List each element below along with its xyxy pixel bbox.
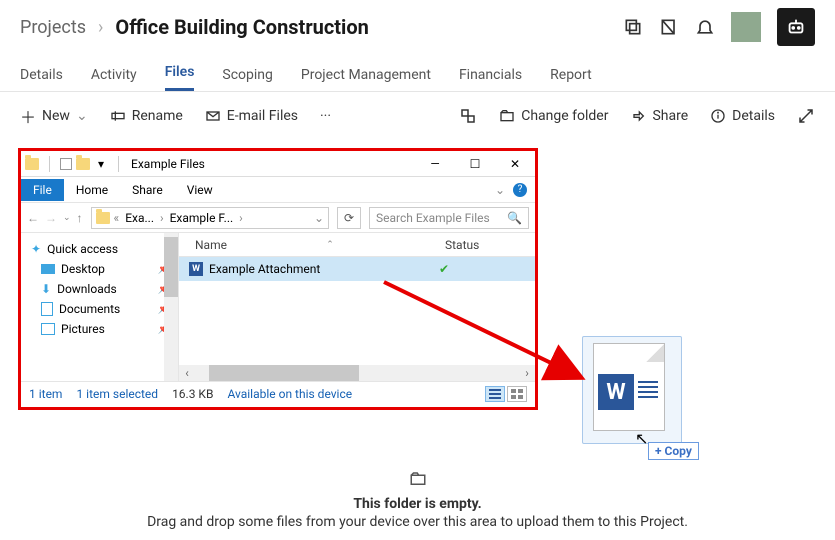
copy-icon[interactable] [623,17,643,37]
column-name[interactable]: Name⌃ [189,238,439,252]
book-icon[interactable] [659,17,679,37]
file-explorer-window: ▾ Example Files — ☐ ✕ File Home Share Vi… [18,148,538,410]
sidebar-quick-access[interactable]: ✦Quick access [21,239,178,259]
rename-label: Rename [132,108,183,124]
cursor-icon: ↖ [635,429,648,448]
page-title: Office Building Construction [115,15,368,39]
expand-icon[interactable] [797,107,815,125]
search-placeholder: Search Example Files [376,211,490,225]
email-files-button[interactable]: E-mail Files [205,108,298,124]
sidebar-documents[interactable]: Documents📌 [21,299,178,319]
desktop-label: Desktop [61,262,105,276]
change-folder-button[interactable]: Change folder [499,108,608,124]
status-icon: ✔ [439,262,449,276]
help-icon[interactable]: ? [513,183,527,197]
folder-icon [96,212,110,224]
minimize-button[interactable]: — [415,151,455,177]
new-label: New [42,108,70,124]
chevron-down-icon: ⌄ [76,108,88,124]
search-icon: 🔍 [507,211,522,225]
checkbox-icon[interactable] [60,158,72,170]
explorer-sidebar: ✦Quick access Desktop📌 ⬇Downloads📌 Docum… [21,233,179,381]
search-input[interactable]: Search Example Files 🔍 [369,207,529,229]
icons-view-button[interactable] [507,386,527,402]
up-button[interactable]: ↑ [77,211,83,225]
change-folder-label: Change folder [521,108,608,124]
folder-icon [25,158,39,170]
drop-hint: Drag and drop some files from your devic… [20,514,815,530]
bell-icon[interactable] [695,17,715,37]
breadcrumb: Projects › Office Building Construction [20,15,369,39]
office-icon[interactable] [459,107,477,125]
tab-scoping[interactable]: Scoping [222,59,272,91]
project-tabs: Details Activity Files Scoping Project M… [0,54,835,92]
path-seg[interactable]: Example F... [168,211,236,225]
ribbon-tab-share[interactable]: Share [120,179,175,201]
new-button[interactable]: ＋New ⌄ [20,104,88,128]
address-bar[interactable]: « Exa... › Example F... › ⌄ [91,207,329,229]
ribbon-tab-file[interactable]: File [21,179,64,201]
word-icon: W [189,262,203,276]
share-button[interactable]: Share [630,108,688,124]
status-size: 16.3 KB [172,387,213,401]
share-label: Share [652,108,688,124]
tab-financials[interactable]: Financials [459,59,522,91]
tab-report[interactable]: Report [550,59,592,91]
path-seg[interactable]: Exa... [123,211,156,225]
file-dropzone[interactable]: This folder is empty. Drag and drop some… [0,460,835,540]
horizontal-scrollbar[interactable]: ‹› [179,365,535,381]
chevron-right-icon: › [98,17,103,38]
quick-access-label: Quick access [47,242,118,256]
window-title: Example Files [129,157,205,171]
more-button[interactable]: ··· [320,108,331,124]
email-label: E-mail Files [227,108,298,124]
drag-preview: W ↖ [582,336,682,444]
rename-button[interactable]: Rename [110,108,183,124]
tab-project-management[interactable]: Project Management [301,59,431,91]
column-status[interactable]: Status [439,238,485,252]
folder-icon [409,470,427,488]
tab-files[interactable]: Files [165,56,195,91]
chevron-down-icon[interactable]: ⌄ [495,183,505,197]
sidebar-desktop[interactable]: Desktop📌 [21,259,178,279]
empty-message: This folder is empty. [20,496,815,512]
maximize-button[interactable]: ☐ [455,151,495,177]
overflow-icon[interactable]: ▾ [94,157,108,171]
close-button[interactable]: ✕ [495,151,535,177]
status-selected: 1 item selected [76,387,158,401]
status-availability: Available on this device [227,387,352,401]
sidebar-scrollbar[interactable] [164,233,178,381]
history-dropdown[interactable]: ⌄ [63,213,71,223]
details-button[interactable]: Details [710,108,775,124]
folder-icon [76,158,90,170]
pictures-label: Pictures [61,322,105,336]
status-item-count: 1 item [29,387,62,401]
file-row[interactable]: W Example Attachment ✔ [179,257,535,281]
sidebar-downloads[interactable]: ⬇Downloads📌 [21,279,178,299]
avatar[interactable] [731,12,761,42]
ribbon-tab-view[interactable]: View [175,179,225,201]
documents-label: Documents [59,302,120,316]
downloads-label: Downloads [57,282,117,296]
back-button[interactable]: ← [27,211,39,225]
details-view-button[interactable] [485,386,505,402]
tab-details[interactable]: Details [20,59,63,91]
details-label: Details [732,108,775,124]
drag-copy-badge: + Copy [648,442,699,460]
forward-button[interactable]: → [45,211,57,225]
refresh-button[interactable]: ⟳ [337,207,361,229]
file-name: Example Attachment [209,262,320,276]
tab-activity[interactable]: Activity [91,59,137,91]
assistant-button[interactable] [777,8,815,46]
word-document-icon: W [593,343,665,431]
breadcrumb-root[interactable]: Projects [20,17,86,38]
sidebar-pictures[interactable]: Pictures📌 [21,319,178,339]
ribbon-tab-home[interactable]: Home [64,179,120,201]
